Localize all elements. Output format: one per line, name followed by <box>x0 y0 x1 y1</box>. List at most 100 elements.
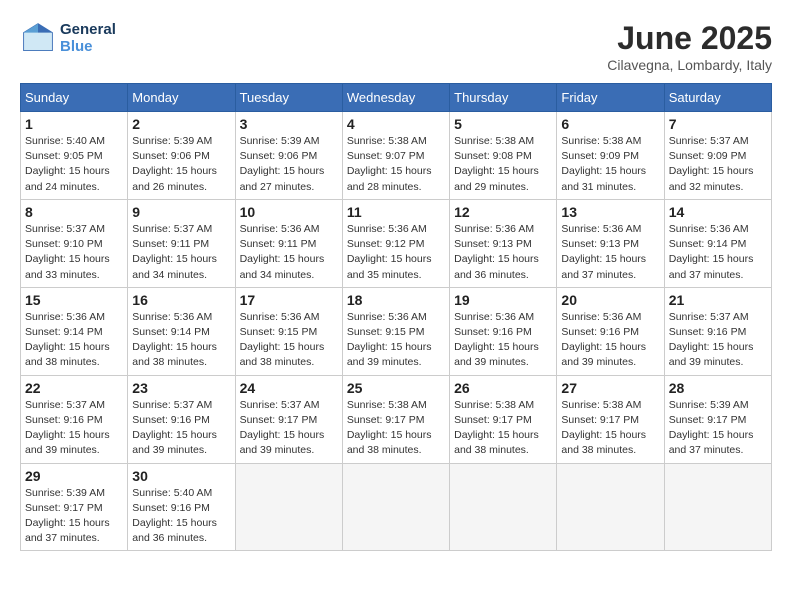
day-info: Sunrise: 5:36 AMSunset: 9:11 PMDaylight:… <box>240 222 338 283</box>
day-cell-30: 30Sunrise: 5:40 AMSunset: 9:16 PMDayligh… <box>128 463 235 551</box>
day-info: Sunrise: 5:36 AMSunset: 9:15 PMDaylight:… <box>347 310 445 371</box>
day-number: 1 <box>25 116 123 132</box>
day-cell-5: 5 Sunrise: 5:38 AMSunset: 9:08 PMDaylight… <box>450 112 557 200</box>
day-cell-19: 19Sunrise: 5:36 AMSunset: 9:16 PMDayligh… <box>450 287 557 375</box>
week-row-1: 1 Sunrise: 5:40 AMSunset: 9:05 PMDaylight… <box>21 112 772 200</box>
logo-icon <box>20 20 56 56</box>
weekday-header-wednesday: Wednesday <box>342 84 449 112</box>
empty-cell <box>664 463 771 551</box>
day-cell-1: 1 Sunrise: 5:40 AMSunset: 9:05 PMDaylight… <box>21 112 128 200</box>
day-number: 25 <box>347 380 445 396</box>
day-number: 21 <box>669 292 767 308</box>
day-number: 10 <box>240 204 338 220</box>
day-info: Sunrise: 5:38 AMSunset: 9:17 PMDaylight:… <box>347 398 445 459</box>
month-title: June 2025 <box>607 20 772 57</box>
day-cell-15: 15 Sunrise: 5:36 AMSunset: 9:14 PMDayligh… <box>21 287 128 375</box>
weekday-header-monday: Monday <box>128 84 235 112</box>
weekday-header-sunday: Sunday <box>21 84 128 112</box>
day-info: Sunrise: 5:37 AMSunset: 9:16 PMDaylight:… <box>25 398 123 459</box>
day-cell-27: 27 Sunrise: 5:38 AMSunset: 9:17 PMDayligh… <box>557 375 664 463</box>
day-info: Sunrise: 5:36 AMSunset: 9:13 PMDaylight:… <box>561 222 659 283</box>
day-number: 2 <box>132 116 230 132</box>
day-info: Sunrise: 5:37 AMSunset: 9:09 PMDaylight:… <box>669 134 767 195</box>
day-info: Sunrise: 5:36 AMSunset: 9:14 PMDaylight:… <box>669 222 767 283</box>
day-number: 17 <box>240 292 338 308</box>
day-cell-2: 2 Sunrise: 5:39 AMSunset: 9:06 PMDaylight… <box>128 112 235 200</box>
day-info: Sunrise: 5:37 AMSunset: 9:10 PMDaylight:… <box>25 222 123 283</box>
day-cell-21: 21 Sunrise: 5:37 AMSunset: 9:16 PMDayligh… <box>664 287 771 375</box>
day-info: Sunrise: 5:36 AMSunset: 9:16 PMDaylight:… <box>561 310 659 371</box>
day-cell-6: 6 Sunrise: 5:38 AMSunset: 9:09 PMDaylight… <box>557 112 664 200</box>
weekday-header-tuesday: Tuesday <box>235 84 342 112</box>
calendar-table: SundayMondayTuesdayWednesdayThursdayFrid… <box>20 83 772 551</box>
day-info: Sunrise: 5:36 AMSunset: 9:14 PMDaylight:… <box>25 310 123 371</box>
day-cell-20: 20 Sunrise: 5:36 AMSunset: 9:16 PMDayligh… <box>557 287 664 375</box>
day-number: 24 <box>240 380 338 396</box>
day-number: 3 <box>240 116 338 132</box>
empty-cell <box>557 463 664 551</box>
week-row-2: 8 Sunrise: 5:37 AMSunset: 9:10 PMDaylight… <box>21 199 772 287</box>
logo-text: General Blue <box>60 21 116 55</box>
day-cell-24: 24 Sunrise: 5:37 AMSunset: 9:17 PMDayligh… <box>235 375 342 463</box>
location-subtitle: Cilavegna, Lombardy, Italy <box>607 57 772 73</box>
empty-cell <box>450 463 557 551</box>
day-info: Sunrise: 5:36 AMSunset: 9:12 PMDaylight:… <box>347 222 445 283</box>
page-header: General Blue June 2025 Cilavegna, Lombar… <box>20 20 772 73</box>
day-cell-13: 13Sunrise: 5:36 AMSunset: 9:13 PMDayligh… <box>557 199 664 287</box>
day-number: 20 <box>561 292 659 308</box>
day-number: 28 <box>669 380 767 396</box>
empty-cell <box>342 463 449 551</box>
day-info: Sunrise: 5:37 AMSunset: 9:16 PMDaylight:… <box>132 398 230 459</box>
day-cell-23: 23 Sunrise: 5:37 AMSunset: 9:16 PMDayligh… <box>128 375 235 463</box>
day-cell-11: 11 Sunrise: 5:36 AMSunset: 9:12 PMDayligh… <box>342 199 449 287</box>
day-cell-25: 25 Sunrise: 5:38 AMSunset: 9:17 PMDayligh… <box>342 375 449 463</box>
day-number: 8 <box>25 204 123 220</box>
day-info: Sunrise: 5:37 AMSunset: 9:11 PMDaylight:… <box>132 222 230 283</box>
day-number: 9 <box>132 204 230 220</box>
day-info: Sunrise: 5:37 AMSunset: 9:17 PMDaylight:… <box>240 398 338 459</box>
day-number: 6 <box>561 116 659 132</box>
day-cell-14: 14Sunrise: 5:36 AMSunset: 9:14 PMDayligh… <box>664 199 771 287</box>
day-cell-12: 12 Sunrise: 5:36 AMSunset: 9:13 PMDayligh… <box>450 199 557 287</box>
day-number: 5 <box>454 116 552 132</box>
day-number: 16 <box>132 292 230 308</box>
day-number: 22 <box>25 380 123 396</box>
day-number: 11 <box>347 204 445 220</box>
weekday-header-saturday: Saturday <box>664 84 771 112</box>
day-info: Sunrise: 5:37 AMSunset: 9:16 PMDaylight:… <box>669 310 767 371</box>
day-info: Sunrise: 5:40 AMSunset: 9:05 PMDaylight:… <box>25 134 123 195</box>
day-cell-28: 28 Sunrise: 5:39 AMSunset: 9:17 PMDayligh… <box>664 375 771 463</box>
day-number: 27 <box>561 380 659 396</box>
day-number: 29 <box>25 468 123 484</box>
day-number: 15 <box>25 292 123 308</box>
empty-cell <box>235 463 342 551</box>
day-info: Sunrise: 5:39 AMSunset: 9:06 PMDaylight:… <box>132 134 230 195</box>
week-row-3: 15 Sunrise: 5:36 AMSunset: 9:14 PMDayligh… <box>21 287 772 375</box>
day-info: Sunrise: 5:39 AMSunset: 9:17 PMDaylight:… <box>669 398 767 459</box>
day-number: 12 <box>454 204 552 220</box>
day-cell-7: 7 Sunrise: 5:37 AMSunset: 9:09 PMDaylight… <box>664 112 771 200</box>
logo: General Blue <box>20 20 116 56</box>
day-info: Sunrise: 5:36 AMSunset: 9:15 PMDaylight:… <box>240 310 338 371</box>
day-number: 18 <box>347 292 445 308</box>
day-number: 7 <box>669 116 767 132</box>
day-cell-22: 22 Sunrise: 5:37 AMSunset: 9:16 PMDayligh… <box>21 375 128 463</box>
day-cell-18: 18 Sunrise: 5:36 AMSunset: 9:15 PMDayligh… <box>342 287 449 375</box>
day-cell-8: 8 Sunrise: 5:37 AMSunset: 9:10 PMDaylight… <box>21 199 128 287</box>
day-info: Sunrise: 5:38 AMSunset: 9:09 PMDaylight:… <box>561 134 659 195</box>
day-cell-3: 3Sunrise: 5:39 AMSunset: 9:06 PMDaylight… <box>235 112 342 200</box>
day-cell-16: 16Sunrise: 5:36 AMSunset: 9:14 PMDayligh… <box>128 287 235 375</box>
day-cell-9: 9 Sunrise: 5:37 AMSunset: 9:11 PMDaylight… <box>128 199 235 287</box>
weekday-header-thursday: Thursday <box>450 84 557 112</box>
day-info: Sunrise: 5:38 AMSunset: 9:17 PMDaylight:… <box>454 398 552 459</box>
day-cell-17: 17 Sunrise: 5:36 AMSunset: 9:15 PMDayligh… <box>235 287 342 375</box>
day-number: 19 <box>454 292 552 308</box>
day-info: Sunrise: 5:38 AMSunset: 9:07 PMDaylight:… <box>347 134 445 195</box>
day-info: Sunrise: 5:38 AMSunset: 9:17 PMDaylight:… <box>561 398 659 459</box>
week-row-5: 29Sunrise: 5:39 AMSunset: 9:17 PMDayligh… <box>21 463 772 551</box>
day-info: Sunrise: 5:38 AMSunset: 9:08 PMDaylight:… <box>454 134 552 195</box>
day-info: Sunrise: 5:40 AMSunset: 9:16 PMDaylight:… <box>132 486 230 547</box>
day-info: Sunrise: 5:36 AMSunset: 9:13 PMDaylight:… <box>454 222 552 283</box>
day-number: 26 <box>454 380 552 396</box>
day-number: 23 <box>132 380 230 396</box>
